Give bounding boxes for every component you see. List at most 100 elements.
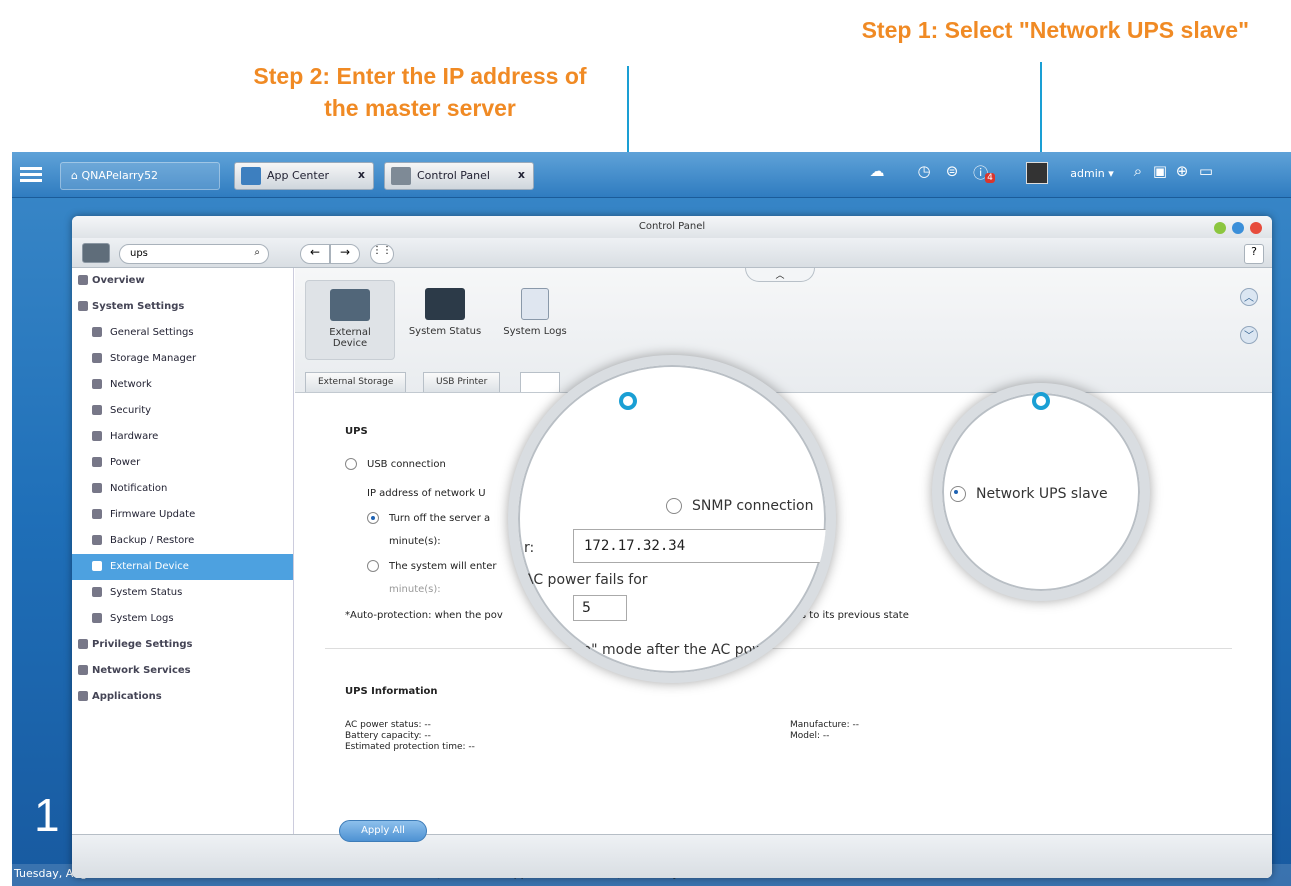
tab-usb-printer[interactable]: USB Printer [423,372,501,392]
divider [325,648,1232,649]
ac-power-fails-label: AC power fails for [524,572,648,588]
window-toolbar: ups ⌕ ← → ⋮⋮ ? [72,238,1272,268]
help-button[interactable]: ? [1244,244,1264,264]
sidebar-item-hardware[interactable]: Hardware [72,424,293,450]
sidebar-item-label: Notification [110,483,168,494]
avatar[interactable] [1026,162,1048,184]
step2-line2: the master server [324,95,516,121]
standby-option[interactable]: The system will enter [367,560,496,572]
sidebar-item-label: Hardware [110,431,159,442]
firmware-icon [92,509,102,519]
network-icon [92,379,102,389]
scroll-up-icon[interactable]: ︿ [1240,288,1258,306]
tab-control-panel[interactable]: Control Panel x [384,162,534,190]
maximize-icon[interactable] [1232,222,1244,234]
minutes-label-1: minute(s): [389,536,441,547]
applications-icon [78,691,88,701]
sidebar-item-power[interactable]: Power [72,450,293,476]
sidebar-item-privilege-settings[interactable]: Privilege Settings [72,632,293,658]
sidebar-item-general-settings[interactable]: General Settings [72,320,293,346]
search-value: ups [130,248,148,259]
sidebar-item-overview[interactable]: Overview [72,268,293,294]
network-ups-slave-radio[interactable] [950,486,966,502]
language-icon[interactable]: ⊕ [1172,162,1192,188]
forward-button[interactable]: → [330,244,360,264]
home-tab-label: QNAPelarry52 [81,169,159,182]
app-center-icon [241,167,261,185]
standby-label: The system will enter [389,561,497,572]
sidebar-toggle-icon[interactable] [82,243,110,263]
search-icon[interactable]: ⌕ [1128,162,1148,188]
model: Model: -- [790,731,830,741]
search-input[interactable]: ups ⌕ [119,244,269,264]
system-logs-label: System Logs [503,326,567,337]
usb-connection-radio[interactable] [345,458,357,470]
external-device-button[interactable]: External Device [305,280,395,360]
network-ups-slave-option[interactable]: Network UPS slave [950,486,1108,502]
main-menu-icon[interactable] [20,164,42,184]
backup-icon [92,535,102,545]
help-icon[interactable]: ▣ [1150,162,1170,188]
sidebar-item-firmware-update[interactable]: Firmware Update [72,502,293,528]
window-title: Control Panel [638,221,706,232]
sidebar-item-system-settings[interactable]: System Settings [72,294,293,320]
minimize-icon[interactable] [1214,222,1226,234]
minutes-label-2: minute(s): [389,584,441,595]
notification-icon[interactable]: ⓘ4 [968,162,1000,188]
search-icon: ⌕ [254,247,260,258]
external-device-tray-icon[interactable]: ⊜ [940,162,964,188]
turn-off-radio[interactable] [367,512,379,524]
sidebar-item-backup-restore[interactable]: Backup / Restore [72,528,293,554]
home-tab[interactable]: ⌂ QNAPelarry52 [60,162,220,190]
snmp-option[interactable]: SNMP connection [666,498,813,514]
estimated-protection-time: Estimated protection time: -- [345,742,475,752]
collapse-handle[interactable]: ︿ [745,268,815,282]
snmp-radio[interactable] [666,498,682,514]
close-tab-icon[interactable]: x [358,168,365,181]
sidebar: Overview System Settings General Setting… [72,268,294,878]
standby-radio[interactable] [367,560,379,572]
scroll-down-icon[interactable]: ﹀ [1240,326,1258,344]
auto-protection-text-left: *Auto-protection: when the pov [345,610,503,621]
notification-badge: 4 [985,173,995,183]
ups-info-title: UPS Information [345,686,438,697]
user-menu[interactable]: admin ▾ [1062,162,1122,188]
tab-external-storage[interactable]: External Storage [305,372,407,392]
step1-pointer-dot [1032,392,1050,410]
minutes-field[interactable]: 5 [573,595,627,621]
sidebar-item-system-status[interactable]: System Status [72,580,293,606]
close-tab-icon[interactable]: x [518,168,525,181]
tab-ups[interactable] [520,372,560,392]
cloud-icon[interactable]: ☁ [865,162,889,188]
tab-app-center[interactable]: App Center x [234,162,374,190]
dashboard-icon[interactable]: ▭ [1194,162,1218,188]
sidebar-item-system-logs[interactable]: System Logs [72,606,293,632]
apps-grid-icon[interactable]: ⋮⋮ [370,244,394,264]
sidebar-item-security[interactable]: Security [72,398,293,424]
sidebar-item-storage-manager[interactable]: Storage Manager [72,346,293,372]
system-logs-button[interactable]: System Logs [490,280,580,360]
sidebar-item-external-device[interactable]: External Device [72,554,293,580]
master-ip-field[interactable]: 172.17.32.34 [573,529,826,563]
sidebar-item-network-services[interactable]: Network Services [72,658,293,684]
lock-icon [92,405,102,415]
magnifier-lens-ip: SNMP connection r: 172.17.32.34 AC power… [508,355,836,683]
control-panel-icon [391,167,411,185]
ip-label-suffix: r: [524,540,535,556]
usb-connection-option[interactable]: USB connection [345,458,446,470]
magnifier-lens-network-ups: Network UPS slave [932,383,1150,601]
sidebar-item-label: System Settings [92,301,185,312]
sidebar-item-applications[interactable]: Applications [72,684,293,710]
window-footer [72,834,1272,878]
sidebar-item-network[interactable]: Network [72,372,293,398]
back-button[interactable]: ← [300,244,330,264]
sidebar-item-label: System Status [110,587,183,598]
system-status-button[interactable]: System Status [400,280,490,360]
background-task-icon[interactable]: ◷ [912,162,936,188]
external-device-label-l2: Device [332,338,368,349]
notification-icon [92,483,102,493]
turn-off-option[interactable]: Turn off the server a [367,512,490,524]
sidebar-item-notification[interactable]: Notification [72,476,293,502]
close-icon[interactable] [1250,222,1262,234]
apply-all-button[interactable]: Apply All [339,820,427,842]
